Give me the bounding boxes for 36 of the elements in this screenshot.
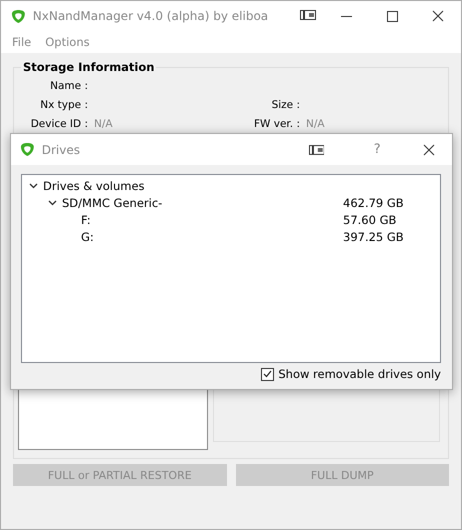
field-value: N/A xyxy=(306,118,325,130)
field-label: Size : xyxy=(270,99,300,111)
drive-size: 462.79 GB xyxy=(343,196,404,210)
expand-chevron-icon[interactable] xyxy=(48,200,57,206)
help-button[interactable]: ? xyxy=(354,141,400,158)
close-icon[interactable] xyxy=(423,144,436,156)
drive-name: F: xyxy=(81,212,92,226)
menu-item[interactable]: Options xyxy=(38,35,97,49)
tree-item[interactable]: G: 397.25 GB xyxy=(22,228,440,245)
drive-name: Drives & volumes xyxy=(43,178,146,192)
field-label: Device ID : xyxy=(30,118,88,130)
drive-size: 57.60 GB xyxy=(343,212,396,226)
group-title: Storage Information xyxy=(21,60,156,74)
window-title: NxNandManager v4.0 (alpha) by eliboa xyxy=(32,9,269,23)
field-value: N/A xyxy=(94,118,113,130)
drives-tree[interactable]: Drives & volumes SD/MMC Generic- 462.79 GB F: 57.60 GB G: 397.25 GB xyxy=(21,174,441,363)
shield-icon xyxy=(20,142,35,157)
tree-item[interactable]: F: 57.60 GB xyxy=(22,211,440,228)
drive-name: G: xyxy=(81,230,95,244)
field-label: Nx type : xyxy=(39,99,88,111)
expand-chevron-icon[interactable] xyxy=(29,182,38,188)
field-label: Name : xyxy=(49,80,88,92)
tree-item[interactable]: Drives & volumes xyxy=(22,177,440,194)
dialog-title: Drives xyxy=(42,142,81,156)
checkbox-label[interactable]: Show removable drives only xyxy=(278,367,441,381)
maximize-icon[interactable] xyxy=(386,10,398,22)
close-icon[interactable] xyxy=(432,10,444,22)
tree-item[interactable]: SD/MMC Generic- 462.79 GB xyxy=(22,194,440,211)
drive-name: SD/MMC Generic- xyxy=(62,196,164,210)
menu-item[interactable]: File xyxy=(5,35,38,49)
shield-icon xyxy=(11,8,26,24)
field-label: FW ver. : xyxy=(253,118,300,130)
card-reader-icon[interactable] xyxy=(300,10,316,20)
checkbox[interactable] xyxy=(261,368,274,380)
drive-size: 397.25 GB xyxy=(343,230,404,244)
card-reader-icon[interactable] xyxy=(308,144,324,154)
